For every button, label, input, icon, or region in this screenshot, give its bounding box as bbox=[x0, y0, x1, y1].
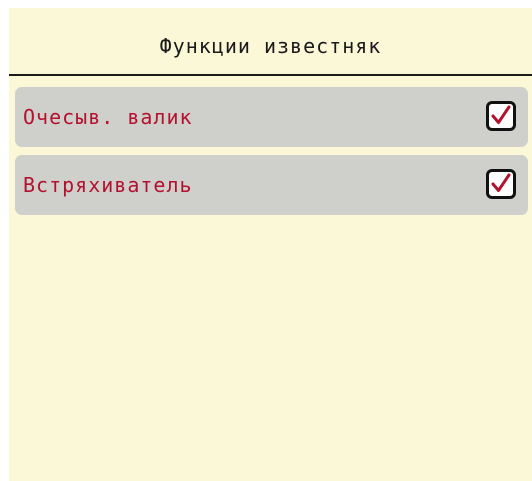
list-item-label: Очесыв. валик bbox=[23, 105, 193, 129]
list-item-vstryakhivatel[interactable]: Встряхиватель bbox=[15, 155, 528, 215]
function-list: Очесыв. валик Встряхиватель bbox=[15, 87, 528, 223]
functions-screen: Функции известняк Очесыв. валик Встряхив… bbox=[9, 8, 532, 481]
list-item-ochesyv-valik[interactable]: Очесыв. валик bbox=[15, 87, 528, 147]
list-item-label: Встряхиватель bbox=[23, 173, 193, 197]
checkbox-checked-icon[interactable] bbox=[486, 101, 516, 131]
page-title: Функции известняк bbox=[159, 34, 382, 58]
header: Функции известняк bbox=[9, 8, 532, 76]
checkbox-checked-icon[interactable] bbox=[486, 169, 516, 199]
